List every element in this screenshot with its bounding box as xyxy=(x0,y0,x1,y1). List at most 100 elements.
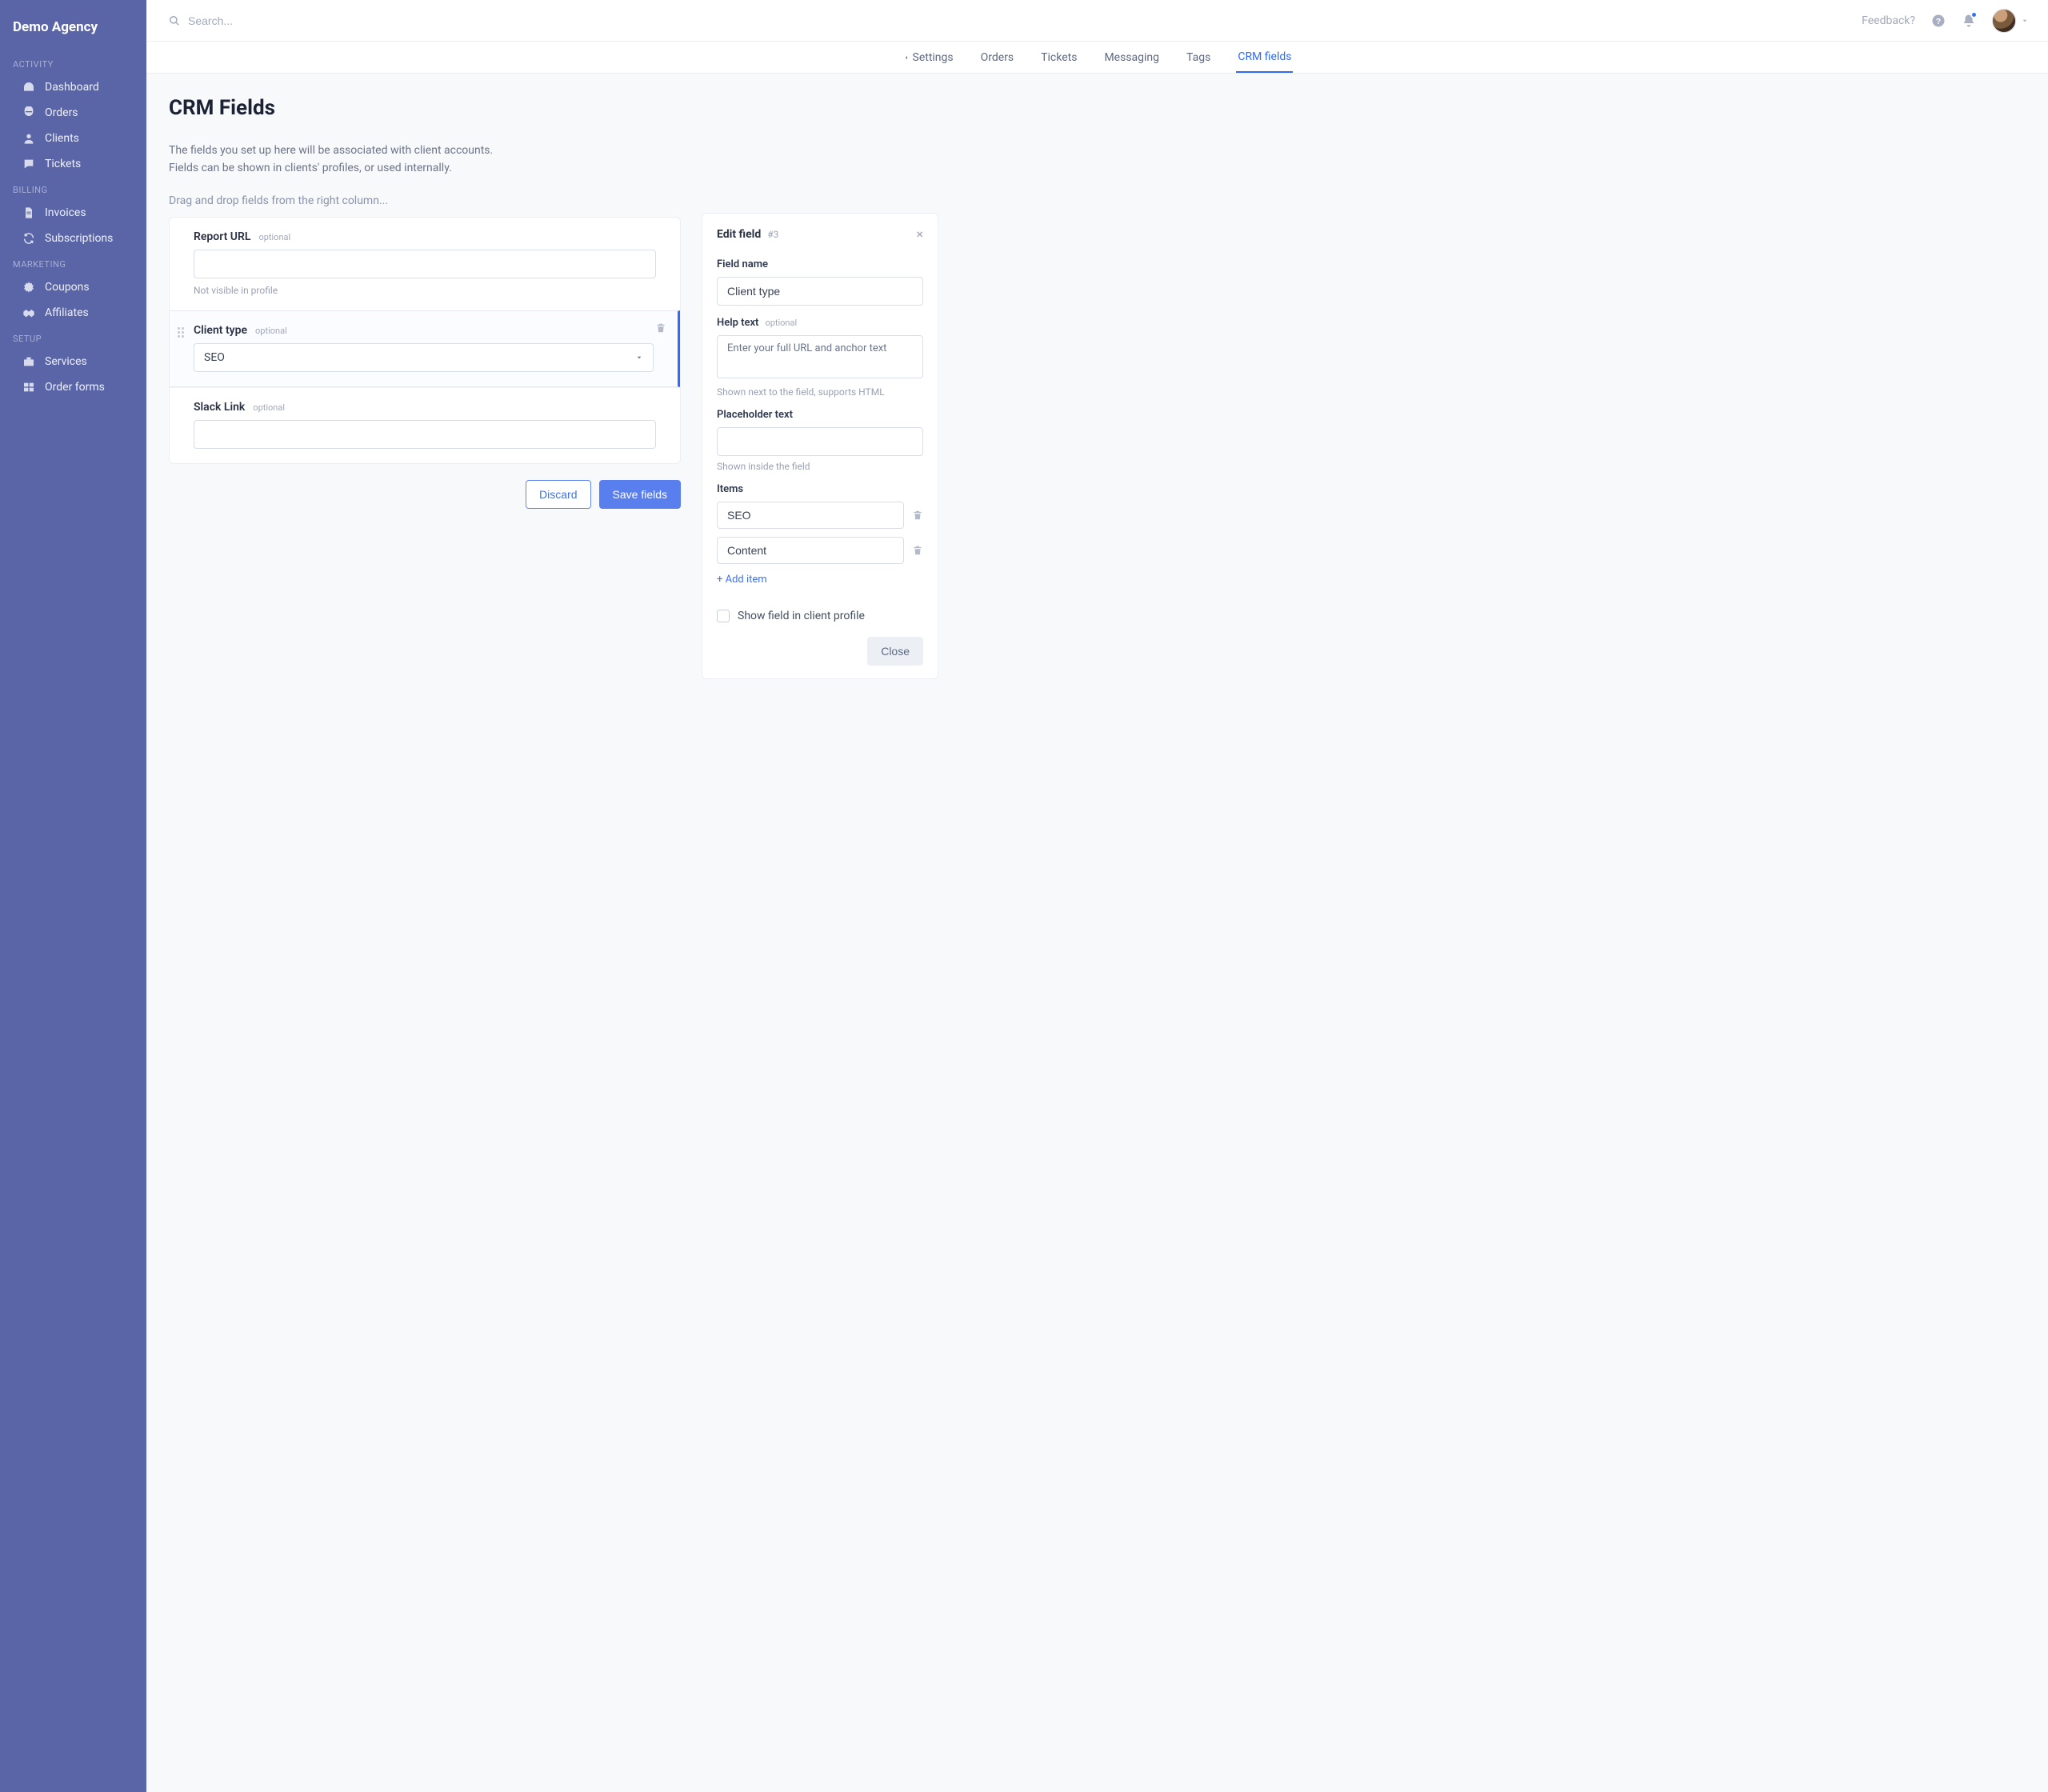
field-select[interactable]: SEO xyxy=(194,343,654,372)
tabsbar: Settings Orders Tickets Messaging Tags CRM f… xyxy=(146,42,2048,74)
field-text-input[interactable] xyxy=(194,420,656,449)
input-placeholder[interactable] xyxy=(717,427,923,456)
brand-logo: Demo Agency xyxy=(0,14,146,51)
group-field-name: Field name xyxy=(717,258,923,306)
chevron-left-icon xyxy=(903,54,910,62)
item-input[interactable] xyxy=(717,502,904,529)
item-delete-icon[interactable] xyxy=(912,510,923,521)
sidebar-item-label: Order forms xyxy=(45,381,105,394)
search-icon xyxy=(169,15,180,26)
group-items: Items + Add item xyxy=(717,483,923,598)
action-row: Discard Save fields xyxy=(169,480,681,509)
user-icon xyxy=(22,132,35,145)
sidebar-item-subscriptions[interactable]: Subscriptions xyxy=(0,226,146,251)
item-row xyxy=(717,502,923,529)
refresh-icon xyxy=(22,232,35,245)
sidebar-item-affiliates[interactable]: Affiliates xyxy=(0,300,146,326)
helper-placeholder: Shown inside the field xyxy=(717,461,923,472)
label-items: Items xyxy=(717,483,743,495)
page-description-line2: Fields can be shown in clients' profiles… xyxy=(169,160,681,178)
avatar xyxy=(1992,9,2016,33)
sidebar-item-invoices[interactable]: Invoices xyxy=(0,200,146,226)
panel-footer: Close xyxy=(717,637,923,666)
cog-icon xyxy=(22,281,35,294)
sidebar-item-coupons[interactable]: Coupons xyxy=(0,274,146,300)
checkbox-show-in-profile-label: Show field in client profile xyxy=(738,610,865,622)
field-text-input[interactable] xyxy=(194,250,656,278)
add-item-link[interactable]: + Add item xyxy=(717,574,767,586)
sidebar-item-label: Invoices xyxy=(45,206,86,219)
left-column: CRM Fields The fields you set up here wi… xyxy=(169,96,681,509)
save-button[interactable]: Save fields xyxy=(599,480,681,509)
item-row xyxy=(717,537,923,564)
textarea-help-text[interactable] xyxy=(717,335,923,378)
nav-section-label: MARKETING xyxy=(0,251,146,274)
label-placeholder: Placeholder text xyxy=(717,409,793,421)
feedback-link[interactable]: Feedback? xyxy=(1862,14,1915,27)
notification-dot xyxy=(1970,11,1978,18)
dashboard-icon xyxy=(22,106,35,119)
sidebar-item-label: Services xyxy=(45,355,87,368)
optional-badge: optional xyxy=(255,326,287,336)
item-input[interactable] xyxy=(717,537,904,564)
nav-section-label: SETUP xyxy=(0,326,146,349)
field-select-value: SEO xyxy=(204,351,225,364)
group-help-text: Help text optional Shown next to the fie… xyxy=(717,317,923,398)
page-description: The fields you set up here will be assoc… xyxy=(169,142,681,177)
item-delete-icon[interactable] xyxy=(912,545,923,556)
sidebar-item-label: Coupons xyxy=(45,281,90,294)
field-row[interactable]: Report URLoptionalNot visible in profile xyxy=(170,218,680,310)
sidebar-item-label: Tickets xyxy=(45,158,81,170)
drag-handle-icon[interactable] xyxy=(178,327,184,338)
input-field-name[interactable] xyxy=(717,277,923,306)
search-input[interactable] xyxy=(188,14,428,27)
sidebar-item-label: Orders xyxy=(45,106,78,119)
field-row-head: Client type optional xyxy=(194,324,654,337)
tab-crm-fields[interactable]: CRM fields xyxy=(1236,42,1293,73)
discard-button[interactable]: Discard xyxy=(526,480,590,509)
tab-messaging[interactable]: Messaging xyxy=(1102,42,1161,73)
tab-tags[interactable]: Tags xyxy=(1185,42,1212,73)
sidebar-item-clients[interactable]: Clients xyxy=(0,126,146,151)
nav: ACTIVITYDashboardOrdersClientsTicketsBIL… xyxy=(0,51,146,400)
comment-icon xyxy=(22,158,35,170)
group-placeholder: Placeholder text Shown inside the field xyxy=(717,409,923,472)
help-icon[interactable]: ? xyxy=(1931,14,1946,28)
field-row[interactable]: Slack Linkoptional xyxy=(170,387,680,463)
tab-settings-back[interactable]: Settings xyxy=(902,42,955,73)
toolbox-icon xyxy=(22,355,35,368)
label-help-text: Help text xyxy=(717,317,758,329)
field-label: Client type xyxy=(194,324,247,337)
tab-orders[interactable]: Orders xyxy=(979,42,1016,73)
checkbox-show-in-profile-row: Show field in client profile xyxy=(717,610,923,622)
sidebar-item-dashboard[interactable]: Dashboard xyxy=(0,74,146,100)
checkbox-show-in-profile[interactable] xyxy=(717,610,730,622)
notifications-icon[interactable] xyxy=(1962,14,1976,28)
sidebar-item-label: Clients xyxy=(45,132,79,145)
sidebar-item-orders[interactable]: Orders xyxy=(0,100,146,126)
chevron-down-icon xyxy=(2021,17,2029,25)
panel-head: Edit field #3 × xyxy=(717,228,923,241)
field-label: Report URL xyxy=(194,230,250,243)
close-icon[interactable]: × xyxy=(916,228,923,241)
svg-text:?: ? xyxy=(1936,16,1941,26)
field-row[interactable]: Client type optional SEO xyxy=(170,310,680,387)
label-field-name: Field name xyxy=(717,258,768,270)
sidebar-item-services[interactable]: Services xyxy=(0,349,146,374)
helper-help-text: Shown next to the field, supports HTML xyxy=(717,386,923,398)
user-menu[interactable] xyxy=(1992,9,2029,33)
sidebar-item-order-forms[interactable]: Order forms xyxy=(0,374,146,400)
search xyxy=(169,14,1862,27)
sidebar-item-label: Subscriptions xyxy=(45,232,113,245)
delete-field-icon[interactable] xyxy=(655,322,666,334)
drag-hint: Drag and drop fields from the right colu… xyxy=(169,194,681,207)
nav-section-label: ACTIVITY xyxy=(0,51,146,74)
tab-tickets[interactable]: Tickets xyxy=(1039,42,1078,73)
edit-field-panel: Edit field #3 × Field name Help text opt… xyxy=(702,213,938,679)
field-row-head: Slack Linkoptional xyxy=(194,401,656,414)
topbar: Feedback? ? xyxy=(146,0,2048,42)
sidebar: Demo Agency ACTIVITYDashboard Orders Clien… xyxy=(0,0,146,1792)
close-button[interactable]: Close xyxy=(867,637,923,666)
field-note: Not visible in profile xyxy=(194,285,656,296)
sidebar-item-tickets[interactable]: Tickets xyxy=(0,151,146,177)
